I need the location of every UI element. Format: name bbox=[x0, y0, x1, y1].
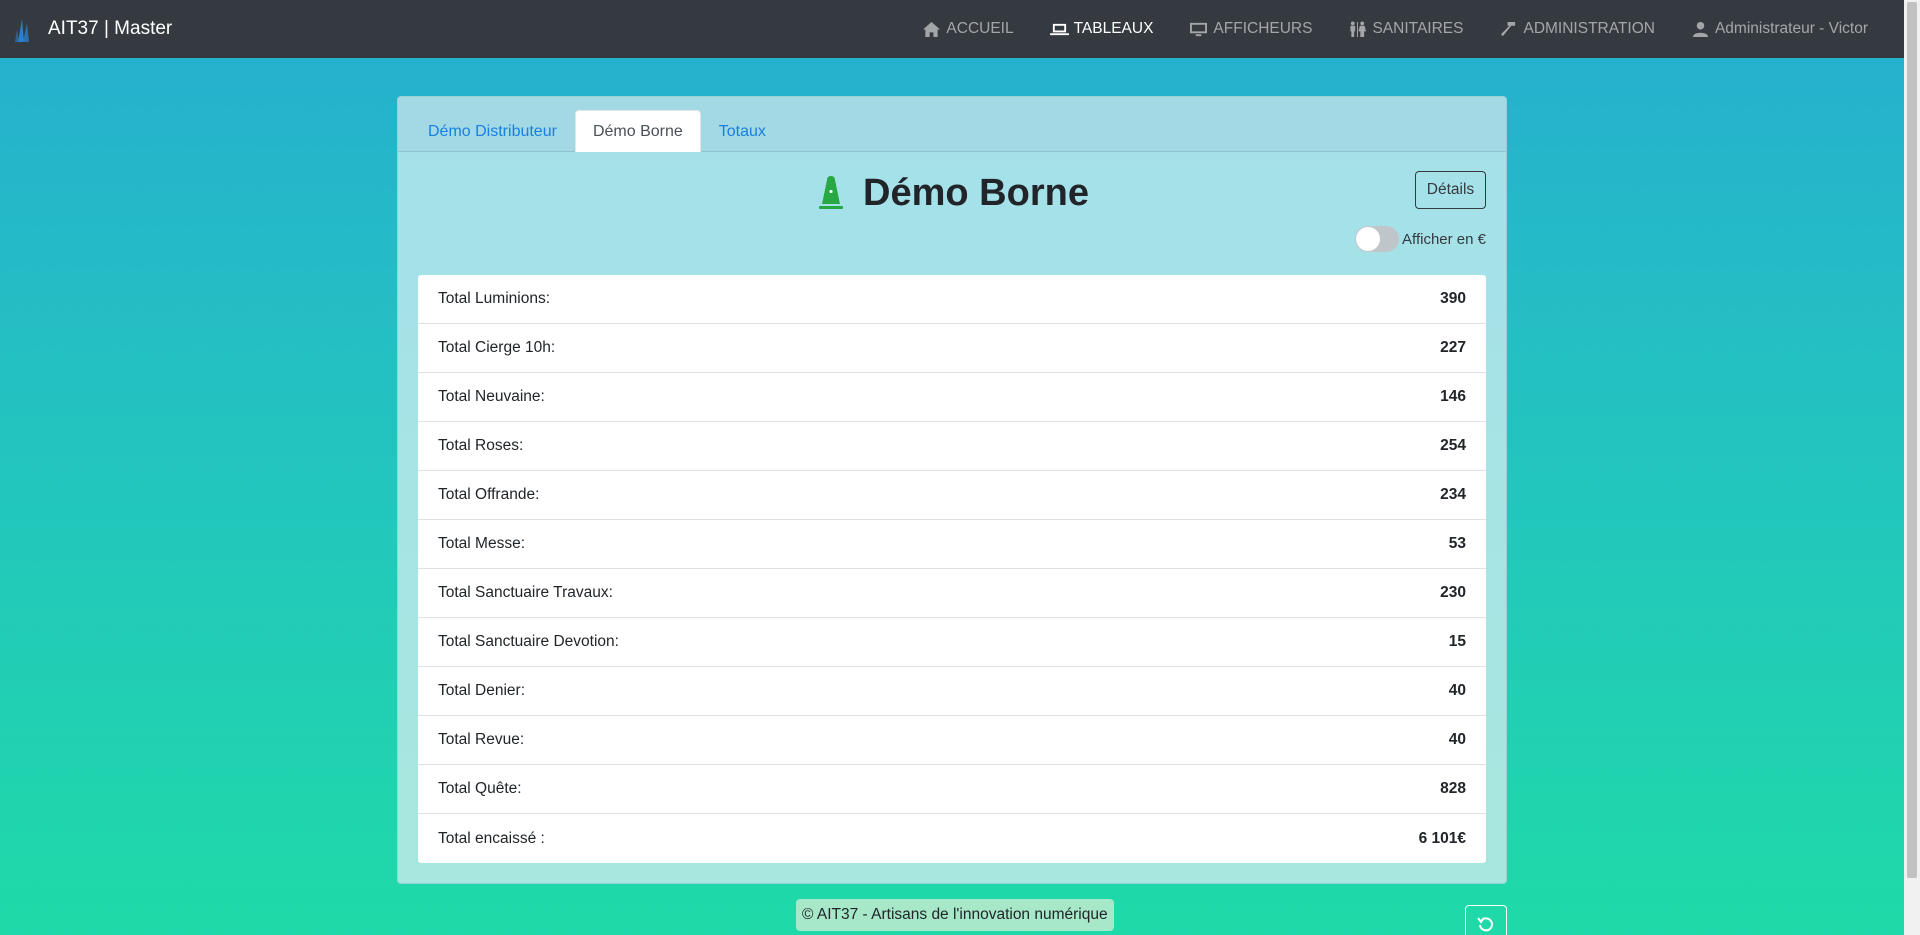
total-value: 6 101€ bbox=[1418, 829, 1466, 847]
total-value: 53 bbox=[1448, 535, 1466, 552]
nav-afficheurs[interactable]: AFFICHEURS bbox=[1189, 20, 1312, 38]
total-row: Total Messe: 53 bbox=[418, 520, 1486, 569]
nav-label: ACCUEIL bbox=[946, 20, 1014, 37]
total-label: Total Offrande: bbox=[438, 486, 540, 503]
page-title: Démo Borne bbox=[815, 172, 1089, 215]
total-row: Total Sanctuaire Devotion: 15 bbox=[418, 618, 1486, 667]
laptop-icon bbox=[1049, 23, 1069, 35]
details-button[interactable]: Détails bbox=[1415, 171, 1486, 209]
euro-toggle-row: Afficher en € bbox=[1355, 226, 1486, 252]
total-row: Total Sanctuaire Travaux: 230 bbox=[418, 569, 1486, 618]
total-row: Total Luminions: 390 bbox=[418, 275, 1486, 324]
nav-sanitaires[interactable]: SANITAIRES bbox=[1348, 20, 1463, 38]
euro-toggle[interactable] bbox=[1355, 226, 1400, 252]
nav-label: ADMINISTRATION bbox=[1523, 20, 1655, 37]
refresh-button[interactable] bbox=[1465, 905, 1507, 935]
total-label: Total Neuvaine: bbox=[438, 388, 545, 405]
total-label: Total Sanctuaire Travaux: bbox=[438, 584, 613, 601]
totals-list: Total Luminions: 390 Total Cierge 10h: 227 T… bbox=[418, 275, 1486, 863]
tab-demo-borne[interactable]: Démo Borne bbox=[574, 110, 701, 152]
total-value: 227 bbox=[1440, 339, 1466, 356]
total-label: Total Sanctuaire Devotion: bbox=[438, 633, 619, 650]
total-label: Total Quête: bbox=[438, 780, 522, 797]
nav-label: SANITAIRES bbox=[1372, 20, 1464, 37]
total-value: 146 bbox=[1440, 388, 1466, 405]
total-row: Total Revue: 40 bbox=[418, 716, 1486, 765]
nav-label: Administrateur - Victor bbox=[1714, 20, 1868, 37]
title-row: Démo Borne bbox=[398, 172, 1506, 219]
main-nav: ACCUEIL TABLEAUX AFFICHEURS SANITAIRES A… bbox=[886, 0, 1868, 58]
restroom-icon bbox=[1350, 20, 1367, 37]
footer-copyright: © AIT37 - Artisans de l'innovation numér… bbox=[796, 899, 1114, 931]
logo-icon bbox=[15, 19, 29, 42]
total-value: 40 bbox=[1448, 682, 1466, 699]
total-label: Total Roses: bbox=[438, 437, 524, 454]
euro-toggle-label: Afficher en € bbox=[1402, 230, 1486, 248]
tab-list: Démo Distributeur Démo Borne Totaux bbox=[410, 110, 784, 152]
nav-label: TABLEAUX bbox=[1073, 20, 1154, 37]
total-row: Total Neuvaine: 146 bbox=[418, 373, 1486, 422]
monitor-icon bbox=[1190, 22, 1208, 36]
dashboard-card: Démo Distributeur Démo Borne Totaux Démo… bbox=[397, 96, 1507, 884]
total-row: Total Denier: 40 bbox=[418, 667, 1486, 716]
total-label: Total Denier: bbox=[438, 682, 526, 699]
scrollbar[interactable] bbox=[1904, 0, 1920, 935]
scrollbar-thumb[interactable] bbox=[1907, 2, 1917, 878]
total-row: Total Quête: 828 bbox=[418, 765, 1486, 814]
nav-administration[interactable]: ADMINISTRATION bbox=[1499, 20, 1655, 38]
total-label: Total Revue: bbox=[438, 731, 525, 748]
toggle-knob bbox=[1356, 227, 1381, 251]
home-icon bbox=[923, 21, 941, 37]
nav-accueil[interactable]: ACCUEIL bbox=[922, 20, 1014, 38]
total-value: 40 bbox=[1448, 731, 1466, 748]
brand[interactable]: AIT37 | Master bbox=[14, 15, 172, 43]
total-value: 390 bbox=[1440, 290, 1466, 307]
top-navbar: AIT37 | Master ACCUEIL TABLEAUX AFFICHEU… bbox=[0, 0, 1904, 58]
total-row: Total Roses: 254 bbox=[418, 422, 1486, 471]
refresh-icon bbox=[1477, 917, 1493, 932]
total-label: Total Cierge 10h: bbox=[438, 339, 556, 356]
total-value: 254 bbox=[1440, 437, 1466, 454]
tab-demo-distributeur[interactable]: Démo Distributeur bbox=[410, 110, 575, 152]
total-value: 828 bbox=[1440, 780, 1466, 797]
total-row: Total Offrande: 234 bbox=[418, 471, 1486, 520]
card-header: Démo Distributeur Démo Borne Totaux bbox=[398, 97, 1506, 152]
total-value: 230 bbox=[1440, 584, 1466, 601]
hammer-icon bbox=[1501, 21, 1516, 36]
nav-label: AFFICHEURS bbox=[1213, 20, 1313, 37]
tab-totaux[interactable]: Totaux bbox=[701, 110, 784, 152]
total-row: Total encaissé : 6 101€ bbox=[418, 814, 1486, 863]
nav-tableaux[interactable]: TABLEAUX bbox=[1049, 20, 1154, 38]
total-label: Total Luminions: bbox=[438, 290, 551, 307]
total-row: Total Cierge 10h: 227 bbox=[418, 324, 1486, 373]
bell-icon bbox=[819, 175, 844, 209]
total-value: 234 bbox=[1440, 486, 1466, 503]
brand-title: AIT37 | Master bbox=[48, 18, 173, 39]
page-title-text: Démo Borne bbox=[863, 172, 1089, 214]
total-label: Total Messe: bbox=[438, 535, 526, 552]
user-icon bbox=[1692, 21, 1709, 37]
total-label: Total encaissé : bbox=[438, 829, 545, 847]
nav-user-menu[interactable]: Administrateur - Victor bbox=[1691, 20, 1868, 38]
total-value: 15 bbox=[1448, 633, 1466, 650]
